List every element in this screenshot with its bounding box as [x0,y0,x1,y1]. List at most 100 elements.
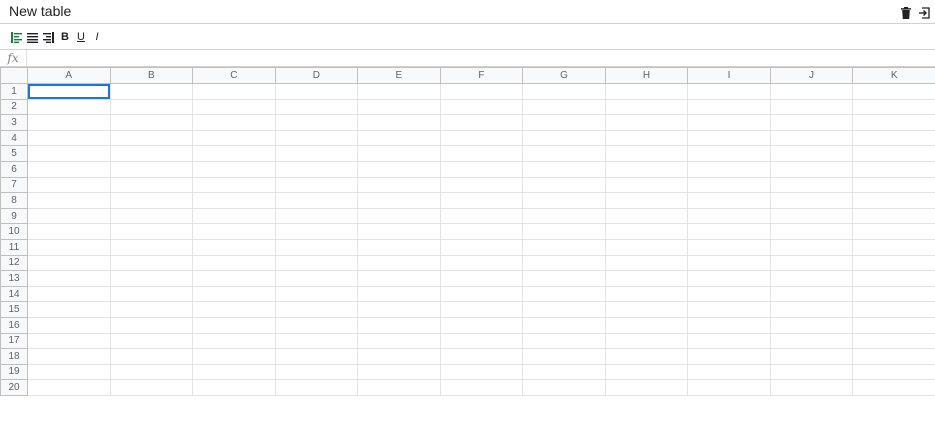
cell-a19[interactable] [27,363,111,381]
cell-h8[interactable] [604,192,689,209]
column-header-g[interactable]: G [522,67,606,84]
cell-a13[interactable] [27,270,111,287]
cell-d13[interactable] [274,270,359,287]
column-header-i[interactable]: I [687,67,771,84]
cell-d19[interactable] [274,363,359,381]
column-header-a[interactable]: A [27,67,111,84]
cell-c13[interactable] [192,270,276,287]
cell-h19[interactable] [604,363,689,381]
row-header-11[interactable]: 11 [0,238,28,256]
column-header-d[interactable]: D [274,67,359,84]
cell-k5[interactable] [852,145,935,162]
cell-j20[interactable] [769,379,854,396]
cell-k1[interactable] [852,83,935,100]
column-header-j[interactable]: J [769,67,854,84]
cell-c16[interactable] [192,316,276,334]
cell-b12[interactable] [109,254,194,272]
cell-j8[interactable] [769,192,854,209]
cell-g14[interactable] [522,285,606,303]
cell-b5[interactable] [109,145,194,162]
cell-j7[interactable] [769,176,854,194]
cell-c15[interactable] [192,301,276,318]
cell-i13[interactable] [687,270,771,287]
cell-j18[interactable] [769,348,854,365]
cell-c1[interactable] [192,83,276,100]
cell-g12[interactable] [522,254,606,272]
cell-d6[interactable] [274,160,359,178]
cell-h6[interactable] [604,160,689,178]
cell-k12[interactable] [852,254,935,272]
cell-h1[interactable] [604,83,689,100]
column-header-f[interactable]: F [439,67,524,84]
row-header-18[interactable]: 18 [0,348,28,365]
row-header-14[interactable]: 14 [0,285,28,303]
cell-f10[interactable] [439,223,524,240]
cell-h11[interactable] [604,238,689,256]
cell-e3[interactable] [357,114,441,131]
cell-e17[interactable] [357,332,441,350]
cell-g11[interactable] [522,238,606,256]
cell-a3[interactable] [27,114,111,131]
cell-i14[interactable] [687,285,771,303]
cell-c14[interactable] [192,285,276,303]
cell-h5[interactable] [604,145,689,162]
cell-b16[interactable] [109,316,194,334]
cell-i7[interactable] [687,176,771,194]
cell-d16[interactable] [274,316,359,334]
cell-i11[interactable] [687,238,771,256]
cell-b7[interactable] [109,176,194,194]
cell-g5[interactable] [522,145,606,162]
cell-k13[interactable] [852,270,935,287]
document-title[interactable]: New table [9,3,71,19]
cell-b8[interactable] [109,192,194,209]
column-header-e[interactable]: E [357,67,441,84]
cell-h20[interactable] [604,379,689,396]
cell-k14[interactable] [852,285,935,303]
cell-k16[interactable] [852,316,935,334]
cell-h7[interactable] [604,176,689,194]
cell-h15[interactable] [604,301,689,318]
cell-d10[interactable] [274,223,359,240]
cell-d20[interactable] [274,379,359,396]
cell-d1[interactable] [274,83,359,100]
cell-a2[interactable] [27,98,111,116]
row-header-15[interactable]: 15 [0,301,28,318]
cell-b14[interactable] [109,285,194,303]
cell-k8[interactable] [852,192,935,209]
cell-e5[interactable] [357,145,441,162]
column-header-h[interactable]: H [604,67,689,84]
cell-g8[interactable] [522,192,606,209]
cell-b1[interactable] [109,83,194,100]
cell-k10[interactable] [852,223,935,240]
cell-g10[interactable] [522,223,606,240]
cell-f19[interactable] [439,363,524,381]
cell-a17[interactable] [27,332,111,350]
cell-g13[interactable] [522,270,606,287]
cell-e19[interactable] [357,363,441,381]
cell-j1[interactable] [769,83,854,100]
cell-a11[interactable] [27,238,111,256]
cell-a15[interactable] [27,301,111,318]
cell-b17[interactable] [109,332,194,350]
row-header-6[interactable]: 6 [0,160,28,178]
cell-i16[interactable] [687,316,771,334]
cell-f12[interactable] [439,254,524,272]
cell-i20[interactable] [687,379,771,396]
cell-e2[interactable] [357,98,441,116]
cell-d14[interactable] [274,285,359,303]
cell-g18[interactable] [522,348,606,365]
cell-b15[interactable] [109,301,194,318]
cell-h2[interactable] [604,98,689,116]
cell-a20[interactable] [27,379,111,396]
cell-k4[interactable] [852,129,935,147]
cell-f14[interactable] [439,285,524,303]
cell-c19[interactable] [192,363,276,381]
cell-j2[interactable] [769,98,854,116]
cell-g3[interactable] [522,114,606,131]
cell-k9[interactable] [852,207,935,225]
cell-a6[interactable] [27,160,111,178]
cell-b19[interactable] [109,363,194,381]
cell-j14[interactable] [769,285,854,303]
cell-f1[interactable] [439,83,524,100]
cell-i1[interactable] [687,83,771,100]
